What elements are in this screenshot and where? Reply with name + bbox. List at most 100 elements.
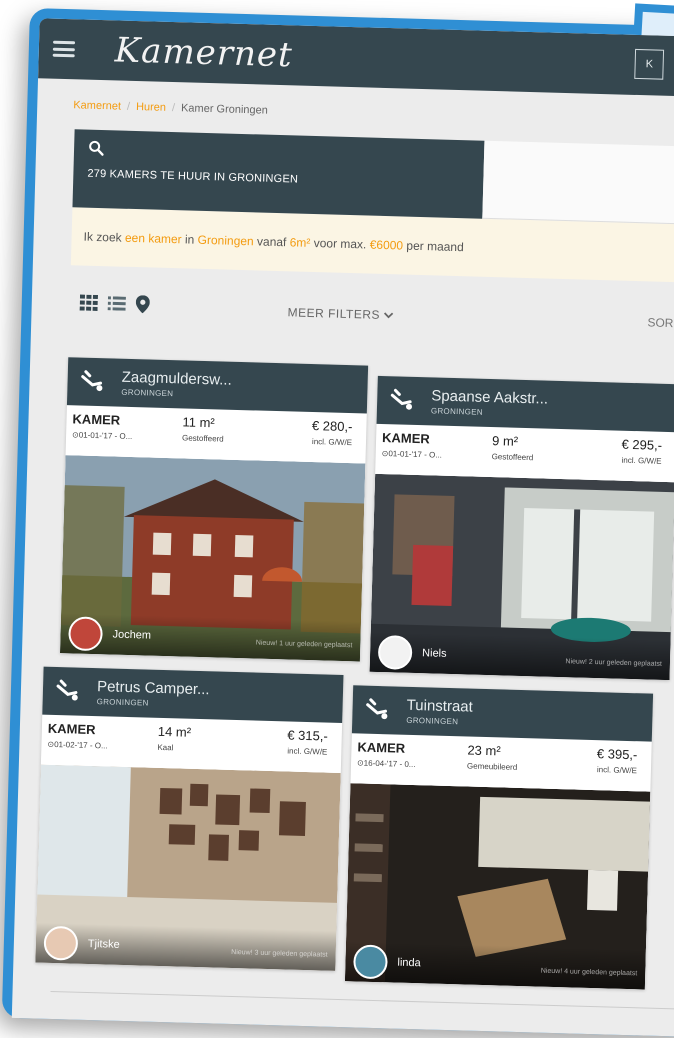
query-text: Ik zoek (83, 229, 126, 245)
sort-button[interactable]: SOR (647, 315, 673, 330)
posted-time: Nieuw! 4 uur geleden geplaatst (540, 967, 638, 978)
avatar[interactable] (377, 634, 413, 670)
listing-date: ⊙01-01-'17 - O... (71, 430, 133, 442)
query-type[interactable]: een kamer (125, 231, 182, 247)
breadcrumb-item-current: Kamer Groningen (180, 102, 269, 117)
agent-name[interactable]: Niels (422, 647, 447, 660)
login-button[interactable]: K (634, 48, 665, 80)
listing-price: € 315,- (287, 727, 328, 744)
query-text: vanaf (253, 234, 290, 250)
list-view-icon[interactable] (107, 296, 126, 311)
menu-icon[interactable] (52, 40, 76, 58)
avatar[interactable] (68, 616, 104, 652)
listing-city: GRONINGEN (406, 715, 459, 727)
listing-furnishing: Kaal (157, 742, 174, 753)
listing-price: € 295,- (621, 436, 663, 453)
listing-city: GRONINGEN (96, 697, 149, 708)
query-size[interactable]: 6m² (290, 235, 311, 250)
more-filters-label: MEER FILTERS (287, 305, 381, 322)
agent-name[interactable]: linda (397, 957, 421, 970)
divider (50, 990, 674, 1011)
location-icon (366, 698, 388, 720)
listing-size: 14 m² (157, 723, 192, 740)
photo-caption: Niels Nieuw! 2 uur geleden geplaatst (369, 631, 671, 681)
listing-grid: Zaagmuldersw... GRONINGEN KAMER ⊙01-01-'17… (35, 357, 674, 990)
listing-header: Zaagmuldersw... GRONINGEN (66, 357, 369, 414)
listing-card[interactable]: Zaagmuldersw... GRONINGEN KAMER ⊙01-01-'17… (59, 357, 369, 662)
avatar[interactable] (353, 944, 388, 980)
query-text: per maand (402, 238, 464, 255)
listing-type: KAMER (381, 430, 431, 447)
query-text: voor max. (310, 235, 370, 252)
listing-city: GRONINGEN (121, 387, 174, 399)
listing-price: € 280,- (311, 418, 353, 435)
listing-photo[interactable]: Tjitske Nieuw! 3 uur geleden geplaatst (35, 764, 341, 971)
posted-time: Nieuw! 1 uur geleden geplaatst (255, 639, 353, 650)
query-text: in (181, 232, 198, 247)
listing-photo[interactable]: Jochem Nieuw! 1 uur geleden geplaatst (59, 455, 366, 662)
avatar[interactable] (43, 925, 79, 961)
query-price[interactable]: €6000 (370, 238, 404, 253)
agent-name[interactable]: Jochem (112, 629, 151, 642)
listing-card[interactable]: Spaanse Aakstr... GRONINGEN KAMER ⊙01-01-'… (369, 375, 674, 681)
listing-photo[interactable]: linda Nieuw! 4 uur geleden geplaatst (344, 783, 651, 990)
query-city[interactable]: Groningen (197, 233, 253, 249)
listing-type: KAMER (357, 739, 406, 756)
search-icon[interactable] (88, 140, 104, 156)
view-switcher (79, 294, 150, 314)
listing-price-note: incl. G/W/E (596, 765, 638, 776)
listing-date: ⊙16-04-'17 - 0... (356, 758, 416, 770)
breadcrumb-item-huren[interactable]: Huren (136, 101, 166, 114)
posted-time: Nieuw! 2 uur geleden geplaatst (565, 658, 663, 668)
posted-time: Nieuw! 3 uur geleden geplaatst (231, 948, 328, 959)
listing-details: KAMER ⊙16-04-'17 - 0... 23 m² Gemeubileerd… (350, 733, 651, 791)
agent-name[interactable]: Tjitske (88, 938, 120, 951)
listing-furnishing: Gestoffeerd (181, 433, 224, 444)
photo-caption: Tjitske Nieuw! 3 uur geleden geplaatst (35, 922, 337, 971)
tablet-frame: Kamernet K Kamernet / Huren / Kamer Groninge… (1, 3, 674, 1038)
results-toolbar: MEER FILTERS SOR (69, 265, 674, 357)
map-view-icon[interactable] (135, 295, 150, 314)
results-count: 279 KAMERS TE HUUR IN GRONINGEN (87, 167, 299, 186)
listing-size: 9 m² (491, 433, 519, 449)
chevron-down-icon (384, 312, 394, 319)
listing-type: KAMER (72, 411, 121, 428)
listing-header: Tuinstraat GRONINGEN (351, 685, 654, 742)
listing-price: € 395,- (596, 746, 638, 763)
listing-photo[interactable]: Niels Nieuw! 2 uur geleden geplaatst (369, 473, 674, 681)
listing-card[interactable]: Petrus Camper... GRONINGEN KAMER ⊙01-02-'1… (35, 666, 344, 971)
listing-street[interactable]: Tuinstraat (406, 697, 473, 716)
more-filters-button[interactable]: MEER FILTERS (287, 305, 394, 322)
brand-logo[interactable]: Kamernet (114, 30, 293, 75)
search-input-area[interactable] (482, 140, 674, 226)
search-summary[interactable]: 279 KAMERS TE HUUR IN GRONINGEN (72, 129, 485, 219)
breadcrumb-separator: / (126, 100, 131, 113)
grid-view-icon[interactable] (79, 294, 99, 312)
listing-card[interactable]: Tuinstraat GRONINGEN KAMER ⊙16-04-'17 - 0.… (344, 685, 654, 990)
listing-furnishing: Gestoffeerd (491, 452, 534, 463)
listing-furnishing: Gemeubileerd (466, 761, 518, 772)
photo-caption: Jochem Nieuw! 1 uur geleden geplaatst (59, 613, 361, 662)
listing-size: 11 m² (182, 414, 215, 431)
listing-details: KAMER ⊙01-01-'17 - O... 11 m² Gestoffeerd … (66, 405, 367, 463)
listing-details: KAMER ⊙01-02-'17 - O... 14 m² Kaal € 315,-… (41, 715, 342, 773)
listing-street[interactable]: Petrus Camper... (97, 678, 210, 698)
app-screen: Kamernet K Kamernet / Huren / Kamer Groninge… (11, 18, 674, 1038)
listing-price-note: incl. G/W/E (311, 437, 353, 448)
location-icon (81, 370, 103, 392)
listing-details: KAMER ⊙01-01-'17 - O... 9 m² Gestoffeerd €… (375, 424, 674, 482)
listing-city: GRONINGEN (430, 406, 484, 417)
breadcrumb-separator: / (171, 102, 176, 115)
breadcrumb-item-kamernet[interactable]: Kamernet (73, 99, 121, 112)
listing-date: ⊙01-01-'17 - O... (381, 448, 443, 460)
photo-caption: linda Nieuw! 4 uur geleden geplaatst (344, 941, 646, 990)
listing-header: Spaanse Aakstr... GRONINGEN (376, 375, 674, 433)
listing-type: KAMER (47, 720, 96, 738)
listing-price-note: incl. G/W/E (621, 455, 662, 466)
listing-size: 23 m² (467, 742, 501, 759)
location-icon (390, 388, 413, 410)
listing-street[interactable]: Zaagmuldersw... (121, 369, 231, 389)
listing-date: ⊙01-02-'17 - O... (47, 739, 108, 751)
location-icon (56, 679, 78, 701)
listing-street[interactable]: Spaanse Aakstr... (431, 387, 548, 407)
